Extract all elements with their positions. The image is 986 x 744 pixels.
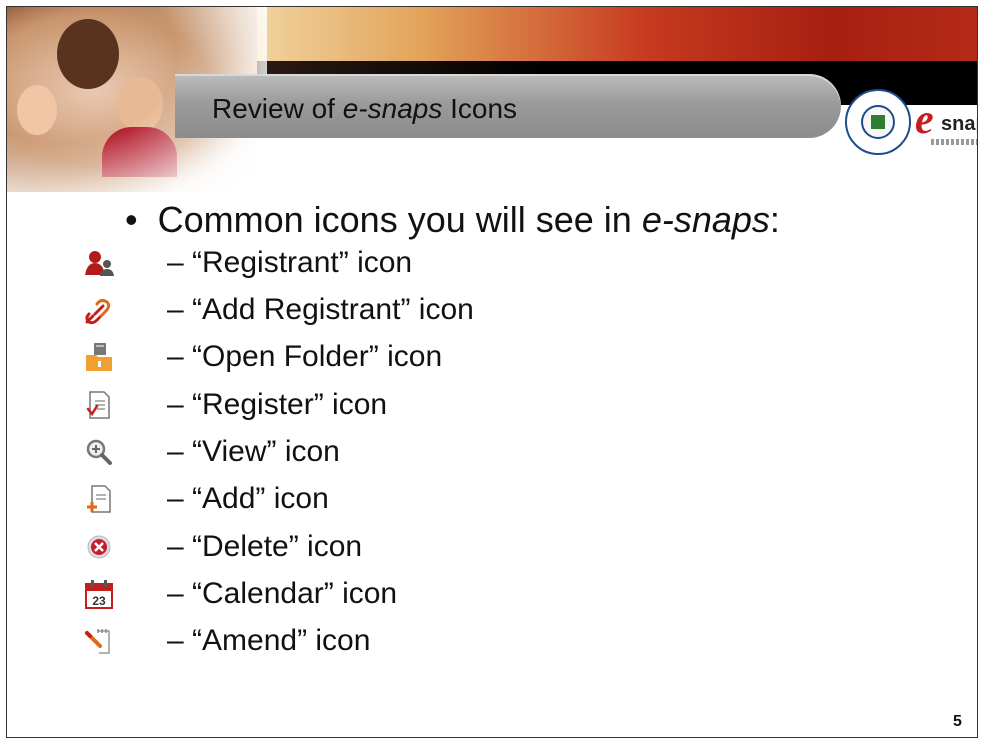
page-number: 5 xyxy=(953,713,962,730)
add-icon xyxy=(87,485,111,513)
intro-bullet: • Common icons you will see in e-snaps: xyxy=(125,199,780,241)
intro-suffix: : xyxy=(769,199,780,240)
list-item-label: – “Calendar” icon xyxy=(167,577,398,610)
list-item: – “Delete” icon xyxy=(83,527,683,567)
title-prefix: Review of xyxy=(212,93,343,124)
delete-icon xyxy=(87,535,111,559)
add-registrant-icon xyxy=(85,298,111,325)
header-banner-red xyxy=(237,7,977,61)
list-item-label: – “Registrant” icon xyxy=(167,246,413,279)
list-item: – “Add Registrant” icon xyxy=(83,290,683,330)
list-item-label: – “View” icon xyxy=(167,435,340,468)
list-item: – “View” icon xyxy=(83,432,683,472)
open-folder-icon xyxy=(86,343,112,371)
list-item: – “Open Folder” icon xyxy=(83,337,683,377)
hud-seal-logo xyxy=(845,89,911,155)
list-item: – “Amend” icon xyxy=(83,621,683,661)
list-item: – “Add” icon xyxy=(83,479,683,519)
register-icon xyxy=(86,391,110,419)
esnaps-logo-tagline xyxy=(931,139,977,145)
registrant-icon xyxy=(85,251,114,276)
list-item-label: – “Add Registrant” icon xyxy=(167,293,474,326)
list-item-label: – “Open Folder” icon xyxy=(167,340,443,373)
list-item: – “Register” icon xyxy=(83,385,683,425)
esnaps-logo-e: e xyxy=(915,97,934,143)
list-item: – “Registrant” icon xyxy=(83,243,683,283)
title-suffix: Icons xyxy=(442,93,518,124)
esnaps-logo-text: snaps xyxy=(941,113,977,135)
slide: Review of e-snaps Icons e snaps • Common … xyxy=(6,6,978,738)
calendar-icon: 23 xyxy=(85,580,113,609)
calendar-day-number: 23 xyxy=(92,594,106,608)
list-item-label: – “Add” icon xyxy=(167,482,329,515)
title-italic: e-snaps xyxy=(342,93,443,124)
slide-title: Review of e-snaps Icons xyxy=(212,93,517,125)
intro-text: Common icons you will see in xyxy=(157,199,642,240)
view-icon xyxy=(86,439,112,465)
amend-icon xyxy=(85,629,110,654)
intro-italic: e-snaps xyxy=(641,199,770,240)
bullet-dot: • xyxy=(125,199,138,240)
list-item-label: – “Amend” icon xyxy=(167,624,371,657)
list-item-label: – “Register” icon xyxy=(167,388,388,421)
list-item: 23 – “Calendar” icon xyxy=(83,574,683,614)
list-item-label: – “Delete” icon xyxy=(167,530,363,563)
